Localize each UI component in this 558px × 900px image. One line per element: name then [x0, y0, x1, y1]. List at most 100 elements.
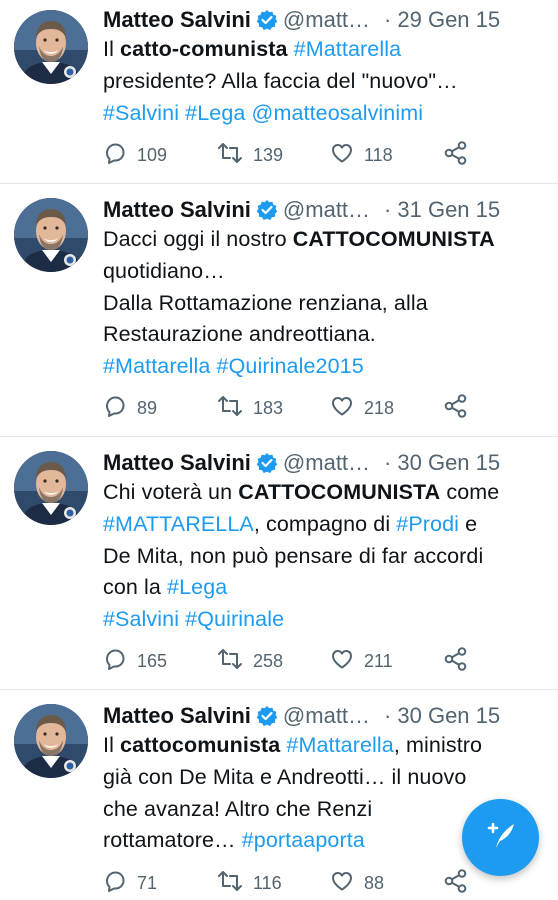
share-icon — [443, 646, 479, 677]
share-icon — [443, 868, 479, 899]
tweet-text: Il catto-comunista #Mattarella presidente… — [103, 34, 548, 129]
like-button[interactable]: 218 — [330, 394, 394, 422]
share-button[interactable] — [443, 868, 479, 899]
compose-tweet-button[interactable] — [462, 799, 539, 876]
tweet-text-line: presidente? Alla faccia del "nuovo"… — [103, 66, 548, 98]
like-button[interactable]: 118 — [330, 141, 393, 169]
retweet-count: 116 — [253, 872, 282, 893]
tweet-header: Matteo Salvini @matt… · 30 Gen 15 — [103, 698, 543, 734]
mention-link[interactable]: @matteosalvinimi — [252, 101, 424, 125]
share-button[interactable] — [443, 646, 479, 677]
hashtag-link[interactable]: #Salvini — [103, 101, 179, 125]
text-run: Il — [103, 733, 121, 757]
reply-count: 89 — [137, 397, 158, 418]
hashtag-link[interactable]: #Lega — [185, 101, 245, 125]
tweet-date[interactable]: 30 Gen 15 — [397, 450, 500, 476]
share-icon — [443, 393, 479, 424]
text-run: già con De Mita e Andreotti… il nuovo — [103, 764, 467, 789]
author-handle[interactable]: @matt… — [283, 7, 370, 33]
heart-icon — [330, 647, 364, 676]
tweet-actions: 165 258 211 — [103, 646, 523, 677]
heart-icon — [330, 141, 364, 170]
text-run: e — [459, 511, 478, 536]
tweet-text-line: quotidiano… — [103, 256, 548, 288]
tweet-text-line: Il cattocomunista #Mattarella, ministro — [103, 730, 548, 762]
reply-icon — [103, 869, 137, 898]
text-run: che avanza! Altro che Renzi — [103, 796, 373, 821]
avatar[interactable] — [14, 10, 88, 84]
avatar[interactable] — [14, 451, 88, 525]
text-run: Il — [103, 37, 121, 61]
tweet[interactable]: Matteo Salvini @matt… · 29 Gen 15 Il cat… — [0, 0, 558, 184]
tweet[interactable]: Matteo Salvini @matt… · 30 Gen 15 Il cat… — [0, 690, 558, 900]
tweet-text: Chi voterà un CATTOCOMUNISTA come #MATTAR… — [103, 477, 548, 636]
verified-badge-icon — [256, 452, 278, 474]
retweet-button[interactable]: 139 — [217, 141, 283, 169]
hashtag-link[interactable]: #Salvini — [103, 607, 179, 631]
bold-text: CATTOCOMUNISTA — [292, 227, 495, 251]
share-button[interactable] — [443, 393, 479, 424]
retweet-icon — [217, 647, 253, 676]
like-button[interactable]: 211 — [330, 647, 393, 675]
share-icon — [443, 140, 479, 171]
reply-count: 165 — [137, 650, 168, 671]
text-run: , compagno di — [253, 511, 397, 536]
text-run: Dacci oggi il nostro — [103, 227, 293, 251]
author-name[interactable]: Matteo Salvini — [103, 197, 251, 223]
separator: · — [384, 197, 392, 222]
reply-button[interactable]: 109 — [103, 141, 167, 169]
verified-badge-icon — [256, 199, 278, 221]
retweet-count: 258 — [253, 650, 284, 671]
bold-text: cattocomunista — [120, 733, 281, 757]
share-button[interactable] — [443, 140, 479, 171]
reply-icon — [103, 141, 137, 170]
tweet-actions: 71 116 88 — [103, 868, 523, 899]
reply-count: 109 — [137, 144, 168, 165]
retweet-count: 139 — [253, 144, 284, 165]
author-name[interactable]: Matteo Salvini — [103, 7, 251, 33]
hashtag-link[interactable]: #Prodi — [396, 512, 459, 536]
reply-button[interactable]: 89 — [103, 394, 157, 422]
tweet[interactable]: Matteo Salvini @matt… · 30 Gen 15 Chi vo… — [0, 437, 558, 690]
tweet-actions: 109 139 118 — [103, 140, 523, 171]
like-count: 218 — [364, 397, 395, 418]
hashtag-link[interactable]: #Quirinale — [185, 607, 284, 631]
reply-icon — [103, 394, 137, 423]
author-handle[interactable]: @matt… — [283, 450, 370, 476]
separator: · — [384, 450, 392, 475]
text-run: presidente? Alla faccia del "nuovo"… — [103, 68, 458, 93]
bold-text: catto-comunista — [120, 37, 288, 61]
hashtag-link[interactable]: #MATTARELLA — [103, 512, 254, 536]
author-handle[interactable]: @matt… — [283, 703, 370, 729]
hashtag-link[interactable]: #portaaporta — [242, 828, 365, 852]
avatar[interactable] — [14, 704, 88, 778]
hashtag-link[interactable]: #Mattarella — [294, 37, 401, 61]
retweet-button[interactable]: 183 — [217, 394, 283, 422]
retweet-icon — [217, 141, 253, 170]
retweet-button[interactable]: 258 — [217, 647, 283, 675]
hashtag-link[interactable]: #Mattarella — [286, 733, 393, 757]
tweet-date[interactable]: 29 Gen 15 — [397, 7, 500, 33]
author-handle[interactable]: @matt… — [283, 197, 370, 223]
hashtag-link[interactable]: #Lega — [167, 575, 227, 599]
tweet-text-line: Chi voterà un CATTOCOMUNISTA come — [103, 477, 548, 509]
tweet-text-line: con la #Lega — [103, 572, 548, 604]
tweet[interactable]: Matteo Salvini @matt… · 31 Gen 15 Dacci … — [0, 184, 558, 437]
like-count: 88 — [364, 872, 385, 893]
author-name[interactable]: Matteo Salvini — [103, 703, 251, 729]
tweet-date[interactable]: 30 Gen 15 — [397, 703, 500, 729]
hashtag-link[interactable]: #Mattarella — [103, 354, 210, 378]
text-run: come — [440, 480, 500, 504]
retweet-button[interactable]: 116 — [217, 869, 282, 897]
text-run: Dalla Rottamazione renziana, alla — [103, 290, 428, 315]
tweet-actions: 89 183 218 — [103, 393, 523, 424]
reply-button[interactable]: 165 — [103, 647, 167, 675]
tweet-text-line: Dalla Rottamazione renziana, alla — [103, 288, 548, 320]
tweet-date[interactable]: 31 Gen 15 — [397, 197, 500, 223]
reply-button[interactable]: 71 — [103, 869, 157, 897]
like-button[interactable]: 88 — [330, 869, 384, 897]
hashtag-link[interactable]: #Quirinale2015 — [217, 354, 364, 378]
tweet-text-line: Dacci oggi il nostro CATTOCOMUNISTA — [103, 224, 548, 256]
avatar[interactable] — [14, 198, 88, 272]
author-name[interactable]: Matteo Salvini — [103, 450, 251, 476]
